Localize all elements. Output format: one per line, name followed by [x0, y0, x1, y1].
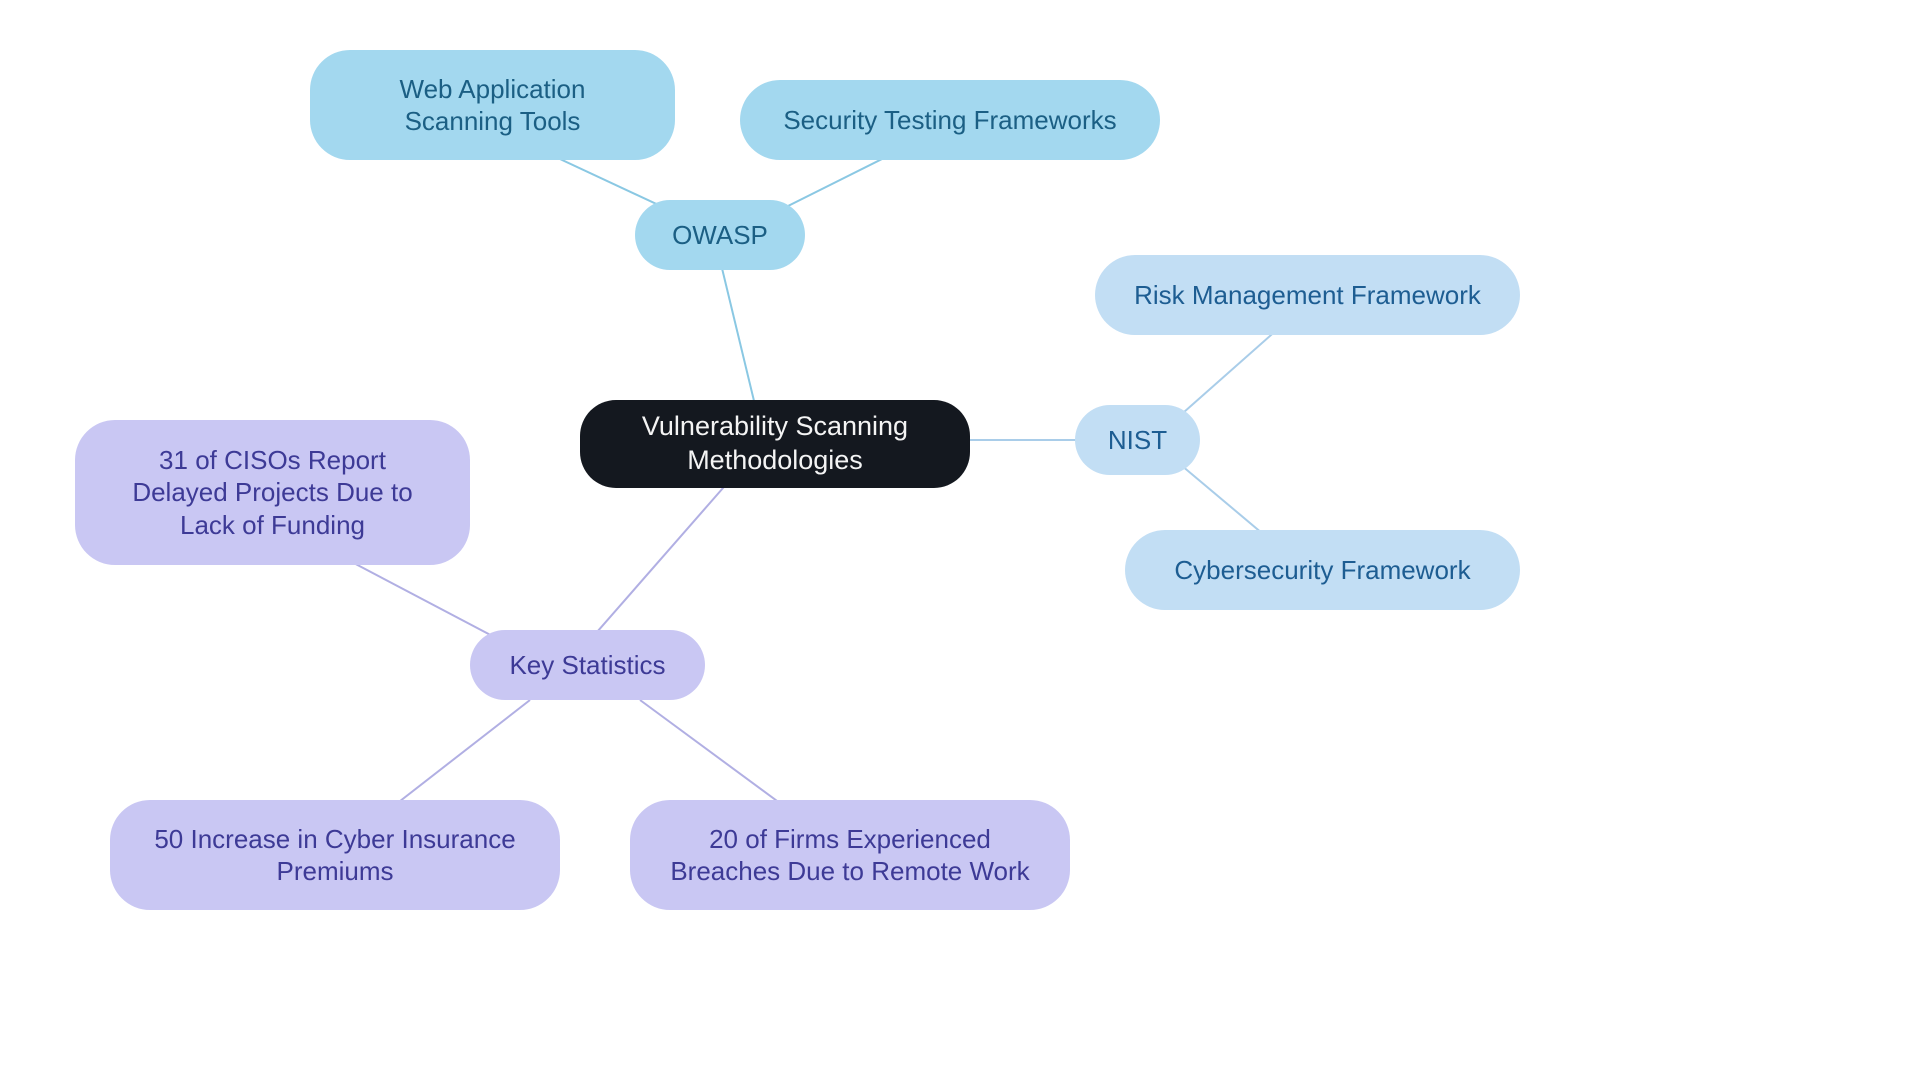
leaf-nist-rmf[interactable]: Risk Management Framework — [1095, 255, 1520, 335]
leaf-owasp-web-tools[interactable]: Web Application Scanning Tools — [310, 50, 675, 160]
leaf-label: Web Application Scanning Tools — [344, 73, 641, 138]
branch-owasp-label: OWASP — [672, 219, 768, 252]
branch-stats[interactable]: Key Statistics — [470, 630, 705, 700]
leaf-label: 31 of CISOs Report Delayed Projects Due … — [109, 444, 436, 542]
branch-owasp[interactable]: OWASP — [635, 200, 805, 270]
root-label: Vulnerability Scanning Methodologies — [614, 410, 936, 478]
branch-nist-label: NIST — [1108, 424, 1167, 457]
leaf-stats-cisos[interactable]: 31 of CISOs Report Delayed Projects Due … — [75, 420, 470, 565]
leaf-label: 20 of Firms Experienced Breaches Due to … — [664, 823, 1036, 888]
leaf-nist-csf[interactable]: Cybersecurity Framework — [1125, 530, 1520, 610]
leaf-label: Cybersecurity Framework — [1174, 554, 1470, 587]
branch-nist[interactable]: NIST — [1075, 405, 1200, 475]
branch-stats-label: Key Statistics — [509, 649, 665, 682]
leaf-label: 50 Increase in Cyber Insurance Premiums — [144, 823, 526, 888]
leaf-label: Risk Management Framework — [1134, 279, 1481, 312]
leaf-label: Security Testing Frameworks — [783, 104, 1116, 137]
leaf-owasp-frameworks[interactable]: Security Testing Frameworks — [740, 80, 1160, 160]
root-node[interactable]: Vulnerability Scanning Methodologies — [580, 400, 970, 488]
leaf-stats-breaches[interactable]: 20 of Firms Experienced Breaches Due to … — [630, 800, 1070, 910]
leaf-stats-premiums[interactable]: 50 Increase in Cyber Insurance Premiums — [110, 800, 560, 910]
